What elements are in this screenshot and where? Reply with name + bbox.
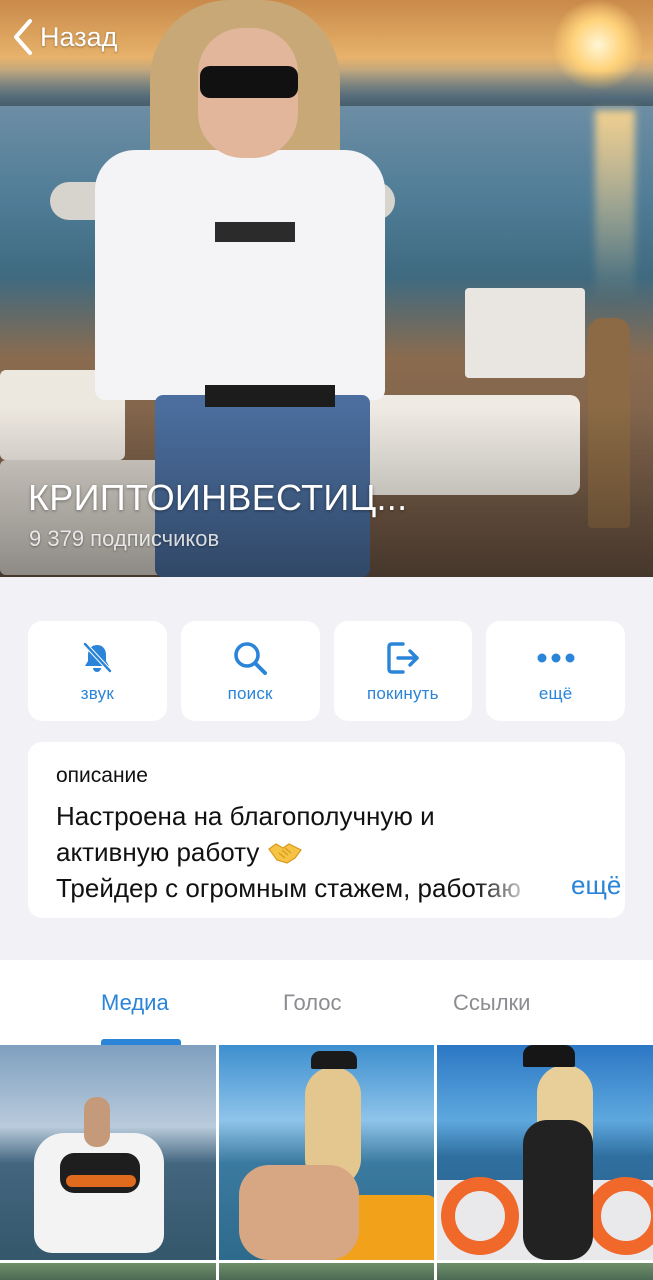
search-label: поиск	[227, 684, 273, 703]
more-label: ещё	[538, 684, 573, 703]
channel-title: КРИПТОИНВЕСТИЦ...	[28, 477, 408, 518]
bell-slash-icon	[77, 638, 117, 678]
person-cap	[523, 1045, 575, 1067]
media-thumbnail[interactable]	[0, 1263, 216, 1280]
chair-back-decoration	[465, 288, 585, 378]
media-thumbnail[interactable]	[218, 1263, 435, 1280]
back-button[interactable]: Назад	[12, 18, 117, 56]
subscriber-count: 9 379 подписчиков	[29, 526, 220, 551]
person-swimsuit	[523, 1120, 593, 1260]
person-belt	[205, 385, 335, 407]
media-thumbnail[interactable]	[437, 1263, 653, 1280]
media-grid	[0, 1045, 653, 1280]
shirt-print	[215, 222, 295, 242]
media-thumbnail[interactable]	[437, 1045, 653, 1260]
search-button[interactable]: поиск	[180, 621, 320, 721]
handshake-icon	[267, 838, 303, 864]
more-button[interactable]: ещё	[486, 621, 625, 721]
description-more-link[interactable]: ещё	[571, 870, 621, 901]
media-tabs: Медиа Голос Ссылки	[0, 960, 653, 1045]
water-glare-decoration	[595, 110, 635, 300]
description-line: Настроена на благополучную и	[56, 801, 435, 831]
description-heading: описание	[56, 764, 148, 787]
tab-media[interactable]: Медиа	[101, 990, 169, 1016]
leave-label: покинуть	[367, 684, 439, 703]
jetski-body	[34, 1133, 164, 1253]
more-icon	[536, 638, 576, 678]
media-row-partial	[0, 1263, 653, 1280]
leave-icon	[383, 638, 423, 678]
description-line-text: Трейдер с огромным стажем, работаю	[56, 873, 521, 903]
text-fade	[476, 870, 536, 906]
person-figure	[239, 1165, 359, 1260]
description-card: описание Настроена на благополучную и ак…	[28, 742, 625, 918]
chevron-left-icon	[12, 18, 34, 56]
back-label: Назад	[40, 21, 118, 52]
media-thumbnail[interactable]	[219, 1045, 434, 1260]
leave-button[interactable]: покинуть	[333, 621, 473, 721]
action-bar: звук поиск покинуть ещё	[28, 621, 625, 721]
media-thumbnail[interactable]	[0, 1045, 216, 1260]
jetski-seat	[60, 1153, 140, 1193]
mute-button[interactable]: звук	[28, 621, 167, 721]
person-figure	[84, 1097, 110, 1147]
person-cap	[311, 1051, 357, 1069]
description-line: активную работу	[56, 834, 597, 870]
description-line: Трейдер с огромным стажем, работаю	[56, 870, 536, 906]
sunglasses	[200, 66, 298, 98]
tab-voice[interactable]: Голос	[283, 990, 342, 1016]
search-icon	[230, 638, 270, 678]
life-buoy	[441, 1177, 519, 1255]
description-line-text: активную работу	[56, 837, 260, 867]
mute-label: звук	[80, 684, 114, 703]
tab-links[interactable]: Ссылки	[453, 990, 530, 1016]
jetski-stripe	[66, 1175, 136, 1187]
person-shirt	[95, 150, 385, 400]
